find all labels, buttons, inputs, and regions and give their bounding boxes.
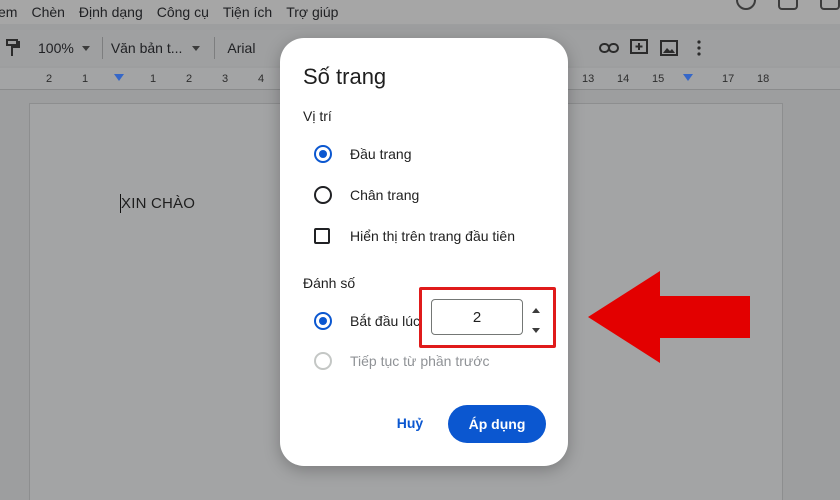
footer-option-label: Chân trang — [350, 187, 420, 203]
menu-tools[interactable]: Công cụ — [157, 4, 209, 20]
insert-image-icon[interactable] — [658, 38, 680, 58]
font-value: Arial — [227, 40, 256, 56]
chevron-down-icon — [81, 45, 90, 51]
ruler-number: 1 — [82, 73, 89, 85]
paint-format-icon[interactable] — [2, 38, 24, 58]
radio-unselected[interactable] — [314, 186, 332, 204]
style-select[interactable]: Văn bản t... — [111, 40, 201, 56]
ruler-number: 2 — [186, 73, 193, 85]
ruler-number: 14 — [617, 73, 630, 85]
ruler-number: 2 — [46, 73, 53, 85]
zoom-select[interactable]: 100% — [38, 40, 90, 56]
radio-selected[interactable] — [314, 145, 332, 163]
ruler-number: 1 — [150, 73, 157, 85]
menu-insert[interactable]: Chèn — [31, 4, 64, 20]
document-text[interactable]: XIN CHÀO — [121, 195, 195, 212]
continue-option-label: Tiếp tục từ phần trước — [350, 353, 490, 369]
radio-disabled[interactable] — [314, 352, 332, 370]
ruler-number: 17 — [722, 73, 735, 85]
position-section-label: Vị trí — [303, 108, 332, 124]
menu-help[interactable]: Trợ giúp — [286, 4, 338, 20]
right-indent-marker[interactable] — [683, 74, 693, 81]
ruler-number: 15 — [652, 73, 665, 85]
ruler-number: 18 — [757, 73, 770, 85]
menu-bar: em Chèn Định dạng Công cụ Tiện ích Trợ g… — [0, 0, 840, 24]
dialog-title: Số trang — [303, 64, 387, 89]
header-option-label: Đầu trang — [350, 146, 412, 162]
menu-view[interactable]: em — [0, 4, 17, 20]
highlight-box — [419, 287, 556, 348]
font-select[interactable]: Arial — [227, 40, 255, 56]
more-options-icon[interactable] — [688, 38, 710, 58]
radio-selected[interactable] — [314, 312, 332, 330]
toolbar-divider — [101, 37, 103, 59]
ruler-number: 4 — [258, 73, 265, 85]
start-at-option-label: Bắt đầu lúc — [350, 313, 421, 329]
footer-option[interactable]: Chân trang — [314, 186, 419, 204]
style-value: Văn bản t... — [110, 40, 183, 56]
ruler-number: 3 — [222, 73, 229, 85]
add-comment-icon[interactable] — [628, 38, 650, 58]
menu-extensions[interactable]: Tiện ích — [223, 4, 272, 20]
menu-format[interactable]: Định dạng — [79, 4, 143, 20]
continue-option[interactable]: Tiếp tục từ phần trước — [314, 352, 489, 370]
zoom-value: 100% — [38, 40, 74, 56]
history-icon[interactable] — [736, 0, 756, 10]
meet-icon[interactable] — [820, 0, 840, 10]
chevron-down-icon — [192, 45, 201, 51]
toolbar-divider — [214, 37, 216, 59]
first-page-option-label: Hiển thị trên trang đầu tiên — [350, 228, 515, 244]
checkbox-unchecked[interactable] — [314, 228, 330, 244]
apply-button[interactable]: Áp dụng — [448, 405, 546, 443]
numbering-section-label: Đánh số — [303, 275, 356, 291]
ruler-number: 13 — [582, 73, 595, 85]
page-numbers-dialog: Số trang Vị trí Đầu trang Chân trang Hiể… — [280, 38, 568, 466]
left-indent-marker[interactable] — [114, 74, 124, 81]
toolbar-right-group — [598, 38, 710, 58]
red-arrow-icon — [588, 271, 750, 363]
header-option[interactable]: Đầu trang — [314, 145, 411, 163]
first-page-option[interactable]: Hiển thị trên trang đầu tiên — [314, 228, 515, 244]
start-at-option[interactable]: Bắt đầu lúc — [314, 312, 420, 330]
comment-icon[interactable] — [778, 0, 798, 10]
link-icon[interactable] — [598, 38, 620, 58]
cancel-button[interactable]: Huỷ — [387, 405, 433, 441]
